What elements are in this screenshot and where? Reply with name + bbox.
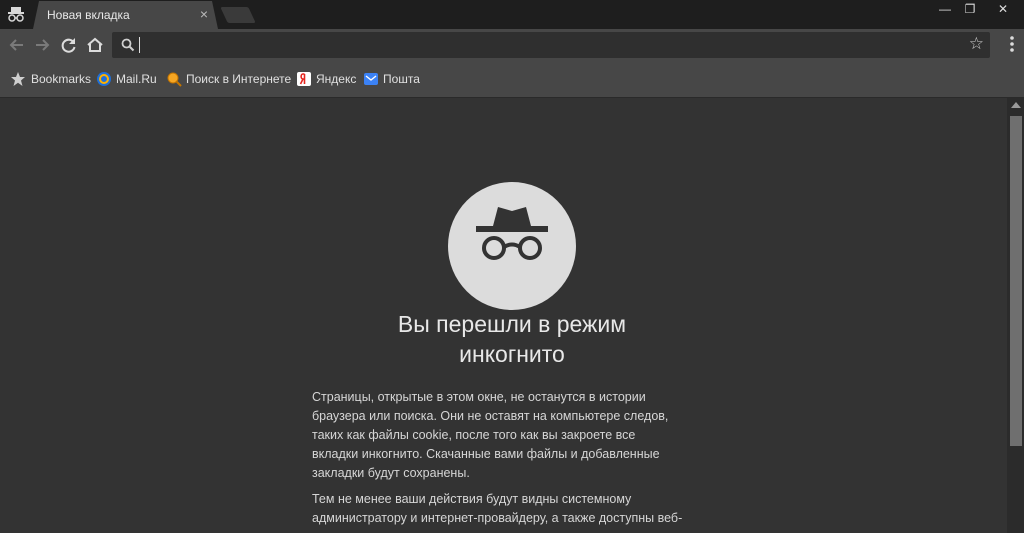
incognito-icon: [8, 7, 24, 22]
bookmark-item-search[interactable]: Поиск в Интернете: [186, 72, 291, 88]
home-icon[interactable]: [85, 35, 105, 55]
scrollbar-thumb[interactable]: [1010, 116, 1022, 446]
paragraph-line: вкладки инкогнито. Скачанные вами файлы …: [312, 447, 660, 461]
paragraph-line: администратору и интернет-провайдеру, а …: [312, 511, 683, 525]
incognito-page: Вы перешли в режим инкогнито Страницы, о…: [0, 98, 1024, 533]
address-bar[interactable]: ☆: [112, 32, 990, 58]
mailru-icon: [97, 72, 111, 86]
paragraph-line: Тем не менее ваши действия будут видны с…: [312, 492, 632, 506]
search-icon: [121, 38, 135, 52]
reload-icon[interactable]: [59, 35, 79, 55]
paragraph-line: браузера или поиска. Они не оставят на к…: [312, 409, 669, 423]
close-window-button[interactable]: ✕: [985, 0, 1021, 20]
yandex-icon: [297, 72, 311, 86]
tab-new-tab[interactable]: Новая вкладка ×: [33, 1, 218, 29]
tab-close-icon[interactable]: ×: [200, 6, 208, 22]
bookmark-star-icon[interactable]: ☆: [969, 34, 984, 54]
toolbar: ☆: [0, 29, 1024, 61]
paragraph-line: таких как файлы cookie, после того как в…: [312, 428, 636, 442]
scrollbar[interactable]: [1007, 98, 1024, 533]
mail-icon: [364, 73, 378, 85]
arrow-left-icon[interactable]: [7, 35, 27, 55]
search-globe-icon: [167, 72, 182, 87]
bookmark-item-mail[interactable]: Пошта: [383, 72, 420, 88]
paragraph-line: Страницы, открытые в этом окне, не остан…: [312, 390, 646, 404]
page-heading: Вы перешли в режим инкогнито: [312, 309, 712, 369]
tab-title: Новая вкладка: [47, 8, 130, 22]
description-paragraph-2: Тем не менее ваши действия будут видны с…: [312, 490, 712, 528]
star-icon: [11, 72, 25, 86]
incognito-hero-icon: [448, 182, 576, 310]
menu-icon[interactable]: [1010, 34, 1014, 54]
heading-line-1: Вы перешли в режим: [397, 311, 627, 337]
text-cursor: [139, 37, 140, 53]
description-paragraph-1: Страницы, открытые в этом окне, не остан…: [312, 388, 712, 483]
bookmark-item-mailru[interactable]: Mail.Ru: [116, 72, 157, 88]
bookmark-item-bookmarks[interactable]: Bookmarks: [31, 72, 91, 88]
restore-button[interactable]: ❐: [955, 0, 985, 20]
arrow-right-icon[interactable]: [32, 35, 52, 55]
paragraph-line: закладки будут сохранены.: [312, 466, 470, 480]
bookmark-item-yandex[interactable]: Яндекс: [316, 72, 356, 88]
heading-line-2: инкогнито: [459, 341, 565, 367]
new-tab-button[interactable]: [220, 7, 256, 23]
scroll-up-arrow-icon[interactable]: [1011, 102, 1021, 108]
bookmarks-bar: Bookmarks Mail.Ru Поиск в Интернете Янде…: [0, 61, 1024, 98]
title-bar: Новая вкладка × — ❐ ✕: [0, 0, 1024, 29]
